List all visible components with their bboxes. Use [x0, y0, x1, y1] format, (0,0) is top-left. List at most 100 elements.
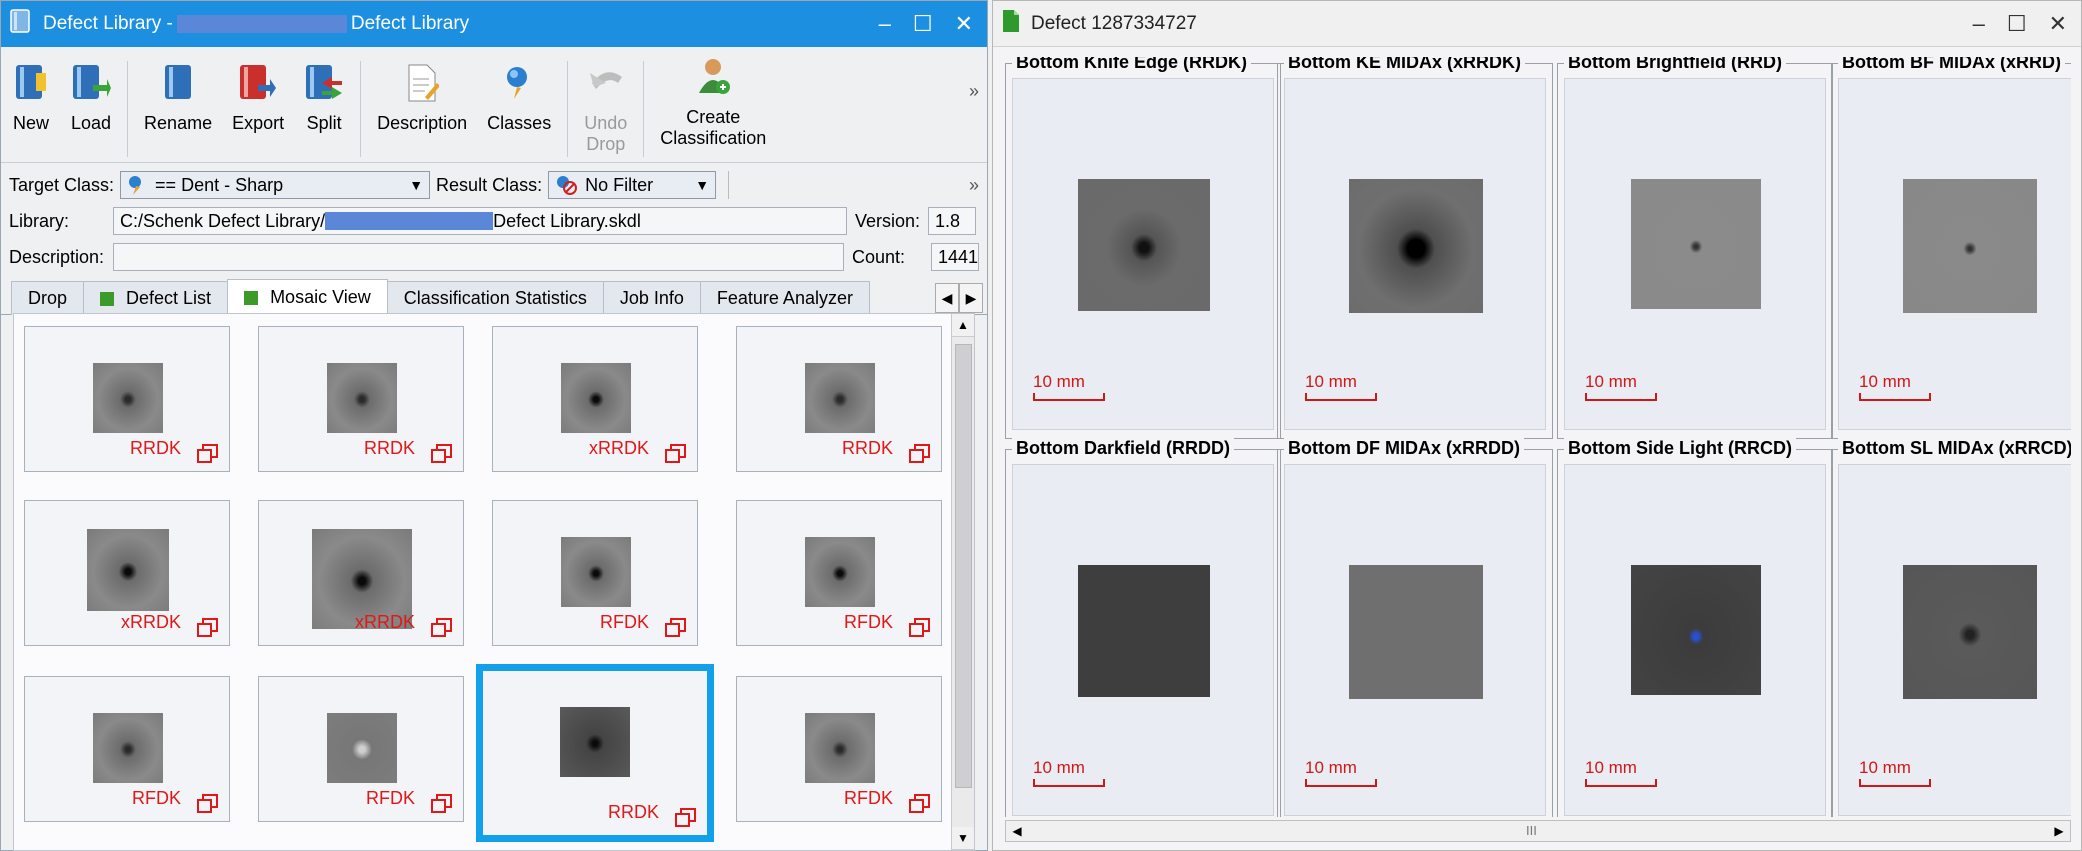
tab-defect-list[interactable]: Defect List — [83, 281, 229, 315]
copy-icon[interactable] — [197, 618, 218, 637]
view-canvas[interactable]: 10 mm — [1838, 78, 2071, 430]
load-button[interactable]: Load — [61, 61, 121, 134]
scroll-left-button[interactable]: ◀ — [1006, 821, 1028, 841]
scale-bar: 10 mm — [1305, 372, 1377, 401]
library-titlebar: Defect Library - Defect Library – ☐ ✕ — [1, 1, 987, 47]
tile-class-label: RFDK — [366, 788, 415, 808]
new-button[interactable]: New — [1, 61, 61, 134]
defect-view-panel: Bottom Darkfield (RRDD) 10 mm — [1005, 438, 1281, 817]
defect-image — [1903, 179, 2037, 313]
mosaic-tile[interactable]: RRDK — [258, 326, 464, 472]
mosaic-tile[interactable]: xRRDK — [24, 500, 230, 646]
view-title: Bottom Darkfield (RRDD) — [1012, 438, 1234, 459]
view-canvas[interactable]: 10 mm — [1284, 78, 1546, 430]
mosaic-tile[interactable]: RFDK — [258, 676, 464, 822]
undo-drop-button[interactable]: Undo Drop — [574, 61, 637, 155]
defect-image — [1078, 179, 1210, 311]
defect-view-panel: Bottom Knife Edge (RRDK) 10 mm — [1005, 57, 1281, 439]
defect-image — [1631, 565, 1761, 695]
view-title: Bottom DF MIDAx (xRRDD) — [1284, 438, 1524, 459]
view-canvas[interactable]: 10 mm — [1564, 464, 1826, 816]
view-canvas[interactable]: 10 mm — [1838, 464, 2071, 816]
close-button[interactable]: ✕ — [955, 11, 973, 37]
copy-icon[interactable] — [665, 444, 686, 463]
close-button[interactable]: ✕ — [2049, 11, 2067, 37]
defect-thumbnail — [327, 363, 397, 433]
rename-button[interactable]: Rename — [134, 61, 222, 134]
copy-icon[interactable] — [197, 444, 218, 463]
defect-views-grid: Bottom Knife Edge (RRDK) 10 mm Bottom KE M… — [1005, 57, 2071, 817]
undo-drop-label: Undo Drop — [584, 113, 628, 154]
rename-book-icon — [158, 61, 198, 105]
scrollbar-thumb[interactable] — [955, 344, 972, 788]
tab-mosaic-view[interactable]: Mosaic View — [227, 279, 388, 315]
description-field[interactable] — [112, 243, 844, 271]
copy-icon[interactable] — [675, 808, 696, 827]
mosaic-tile[interactable]: RFDK — [24, 676, 230, 822]
copy-icon[interactable] — [431, 618, 452, 637]
scale-bar: 10 mm — [1859, 758, 1931, 787]
scroll-right-button[interactable]: ▶ — [2048, 821, 2070, 841]
library-app-icon — [9, 8, 33, 40]
minimize-button[interactable]: – — [1973, 11, 1985, 37]
tab-scroll-left-button[interactable]: ◀ — [935, 283, 959, 313]
defect-thumbnail — [93, 713, 163, 783]
split-button[interactable]: Split — [294, 61, 354, 134]
mosaic-tile[interactable]: RFDK — [492, 500, 698, 646]
scrollbar-grip[interactable]: III — [1526, 823, 1537, 838]
view-title: Bottom Side Light (RRCD) — [1564, 438, 1796, 459]
result-class-select[interactable]: No Filter ▼ — [548, 171, 717, 199]
view-canvas[interactable]: 10 mm — [1284, 464, 1546, 816]
scroll-up-button[interactable]: ▲ — [952, 314, 974, 337]
mosaic-tile[interactable]: RRDK — [736, 326, 942, 472]
maximize-button[interactable]: ☐ — [913, 11, 933, 37]
mosaic-tile[interactable]: RRDK — [476, 664, 714, 842]
mosaic-tile[interactable]: RFDK — [736, 676, 942, 822]
tab-job-info[interactable]: Job Info — [602, 281, 701, 315]
tile-class-label: xRRDK — [120, 612, 181, 632]
tile-class-label: RRDK — [129, 438, 181, 458]
tab-scroll-right-button[interactable]: ▶ — [959, 283, 983, 313]
document-edit-icon — [402, 61, 442, 105]
scroll-down-button[interactable]: ▼ — [952, 827, 974, 850]
filter-overflow-button[interactable]: » — [969, 175, 979, 196]
copy-icon[interactable] — [431, 794, 452, 813]
defect-view-panel: Bottom Side Light (RRCD) 10 mm — [1557, 438, 1833, 817]
view-title: Bottom Knife Edge (RRDK) — [1012, 57, 1251, 73]
copy-icon[interactable] — [909, 794, 930, 813]
view-canvas[interactable]: 10 mm — [1564, 78, 1826, 430]
tile-class-label: RFDK — [132, 788, 181, 808]
tab-classification-statistics[interactable]: Classification Statistics — [386, 281, 604, 315]
mosaic-vertical-scrollbar[interactable]: ▲ ▼ — [951, 314, 974, 850]
maximize-button[interactable]: ☐ — [2007, 11, 2027, 37]
toolbar-overflow-button[interactable]: » — [969, 81, 979, 102]
create-classification-button[interactable]: Create Classification — [650, 55, 776, 149]
defect-library-window: Defect Library - Defect Library – ☐ ✕ New… — [0, 0, 988, 851]
copy-icon[interactable] — [431, 444, 452, 463]
mosaic-tile[interactable]: xRRDK — [492, 326, 698, 472]
minimize-button[interactable]: – — [879, 11, 891, 37]
mosaic-tile[interactable]: RRDK — [24, 326, 230, 472]
detail-titlebar: Defect 1287334727 – ☐ ✕ — [993, 1, 2081, 47]
view-canvas[interactable]: 10 mm — [1012, 78, 1274, 430]
classes-button[interactable]: Classes — [477, 61, 561, 134]
mosaic-tile[interactable]: xRRDK — [258, 500, 464, 646]
tab-feature-analyzer[interactable]: Feature Analyzer — [699, 281, 870, 315]
detail-horizontal-scrollbar[interactable]: ◀ III ▶ — [1005, 820, 2071, 842]
defect-image — [1903, 565, 2037, 699]
export-button[interactable]: Export — [222, 61, 294, 134]
library-path-field[interactable]: C:/Schenk Defect Library/Defect Library.… — [113, 207, 847, 235]
create-classification-label: Create Classification — [660, 107, 767, 148]
view-canvas[interactable]: 10 mm — [1012, 464, 1274, 816]
export-book-icon — [238, 61, 278, 105]
scale-line — [1859, 779, 1931, 787]
copy-icon[interactable] — [197, 794, 218, 813]
copy-icon[interactable] — [909, 444, 930, 463]
mosaic-tile[interactable]: RFDK — [736, 500, 942, 646]
defect-view-panel: Bottom KE MIDAx (xRRDK) 10 mm — [1277, 57, 1553, 439]
copy-icon[interactable] — [909, 618, 930, 637]
tab-drop[interactable]: Drop — [11, 281, 85, 315]
description-button[interactable]: Description — [367, 61, 477, 134]
target-class-select[interactable]: == Dent - Sharp ▼ — [120, 171, 431, 199]
copy-icon[interactable] — [665, 618, 686, 637]
